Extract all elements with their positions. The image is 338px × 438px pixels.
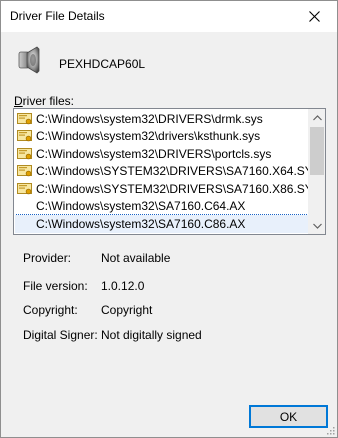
driver-files-label: Driver files: — [14, 94, 75, 108]
driver-file-item[interactable]: C:\Windows\SYSTEM32\DRIVERS\SA7160.X86.S… — [15, 180, 308, 198]
digital-signer-label: Digital Signer: — [23, 328, 98, 342]
close-button[interactable] — [292, 1, 337, 31]
chevron-down-icon — [313, 223, 322, 229]
driver-file-details-dialog: Driver File Details PEXHDCAP60L Driver f… — [0, 0, 338, 438]
driver-file-item[interactable]: C:\Windows\system32\DRIVERS\drmk.sys — [15, 110, 308, 128]
chevron-up-icon — [313, 114, 322, 120]
file-version-label: File version: — [23, 279, 88, 293]
signed-certificate-icon — [17, 165, 32, 177]
driver-file-item[interactable]: C:\Windows\system32\drivers\ksthunk.sys — [15, 128, 308, 146]
driver-file-path: C:\Windows\SYSTEM32\DRIVERS\SA7160.X64.S… — [36, 164, 308, 179]
driver-file-item[interactable]: C:\Windows\system32\SA7160.X64.AX — [15, 233, 308, 234]
driver-file-path: C:\Windows\SYSTEM32\DRIVERS\SA7160.X86.S… — [36, 181, 308, 196]
driver-file-item[interactable]: C:\Windows\system32\SA7160.C64.AX — [15, 198, 308, 216]
copyright-value: Copyright — [101, 303, 153, 317]
driver-file-path: C:\Windows\system32\SA7160.C64.AX — [36, 199, 246, 214]
driver-file-path: C:\Windows\system32\drivers\ksthunk.sys — [36, 129, 261, 144]
signed-certificate-icon — [17, 147, 32, 160]
signed-certificate-icon — [17, 112, 32, 125]
driver-files-list-items: C:\Windows\system32\DRIVERS\drmk.sys C:\W… — [15, 110, 308, 233]
close-icon — [309, 10, 320, 22]
no-icon-spacer — [17, 217, 33, 231]
driver-file-path: C:\Windows\system32\DRIVERS\portcls.sys — [36, 146, 272, 161]
driver-file-item[interactable]: C:\Windows\SYSTEM32\DRIVERS\SA7160.X64.S… — [15, 163, 308, 181]
driver-file-path: C:\Windows\system32\DRIVERS\drmk.sys — [36, 111, 263, 126]
scroll-up-button[interactable] — [309, 109, 325, 126]
window-title: Driver File Details — [10, 9, 105, 23]
copyright-label: Copyright: — [23, 303, 78, 317]
ok-button[interactable]: OK — [249, 405, 328, 428]
title-bar: Driver File Details — [1, 1, 337, 32]
device-name: PEXHDCAP60L — [59, 57, 146, 71]
speaker-icon — [18, 46, 40, 74]
provider-label: Provider: — [23, 251, 72, 265]
file-version-value: 1.0.12.0 — [101, 279, 145, 293]
scrollbar-thumb[interactable] — [310, 127, 324, 175]
resize-grip-icon[interactable] — [325, 425, 335, 435]
provider-value: Not available — [101, 251, 171, 265]
driver-file-item[interactable]: C:\Windows\system32\SA7160.C86.AX — [15, 214, 308, 233]
signed-certificate-icon — [17, 182, 32, 195]
driver-file-item[interactable]: C:\Windows\system32\DRIVERS\portcls.sys — [15, 145, 308, 163]
vertical-scrollbar[interactable] — [308, 109, 325, 234]
scroll-down-button[interactable] — [309, 217, 325, 234]
driver-file-path: C:\Windows\system32\SA7160.C86.AX — [36, 216, 246, 231]
digital-signer-value: Not digitally signed — [101, 328, 202, 342]
driver-files-list[interactable]: C:\Windows\system32\DRIVERS\drmk.sys C:\W… — [13, 108, 326, 235]
no-icon-spacer — [17, 199, 33, 213]
signed-certificate-icon — [17, 130, 32, 142]
